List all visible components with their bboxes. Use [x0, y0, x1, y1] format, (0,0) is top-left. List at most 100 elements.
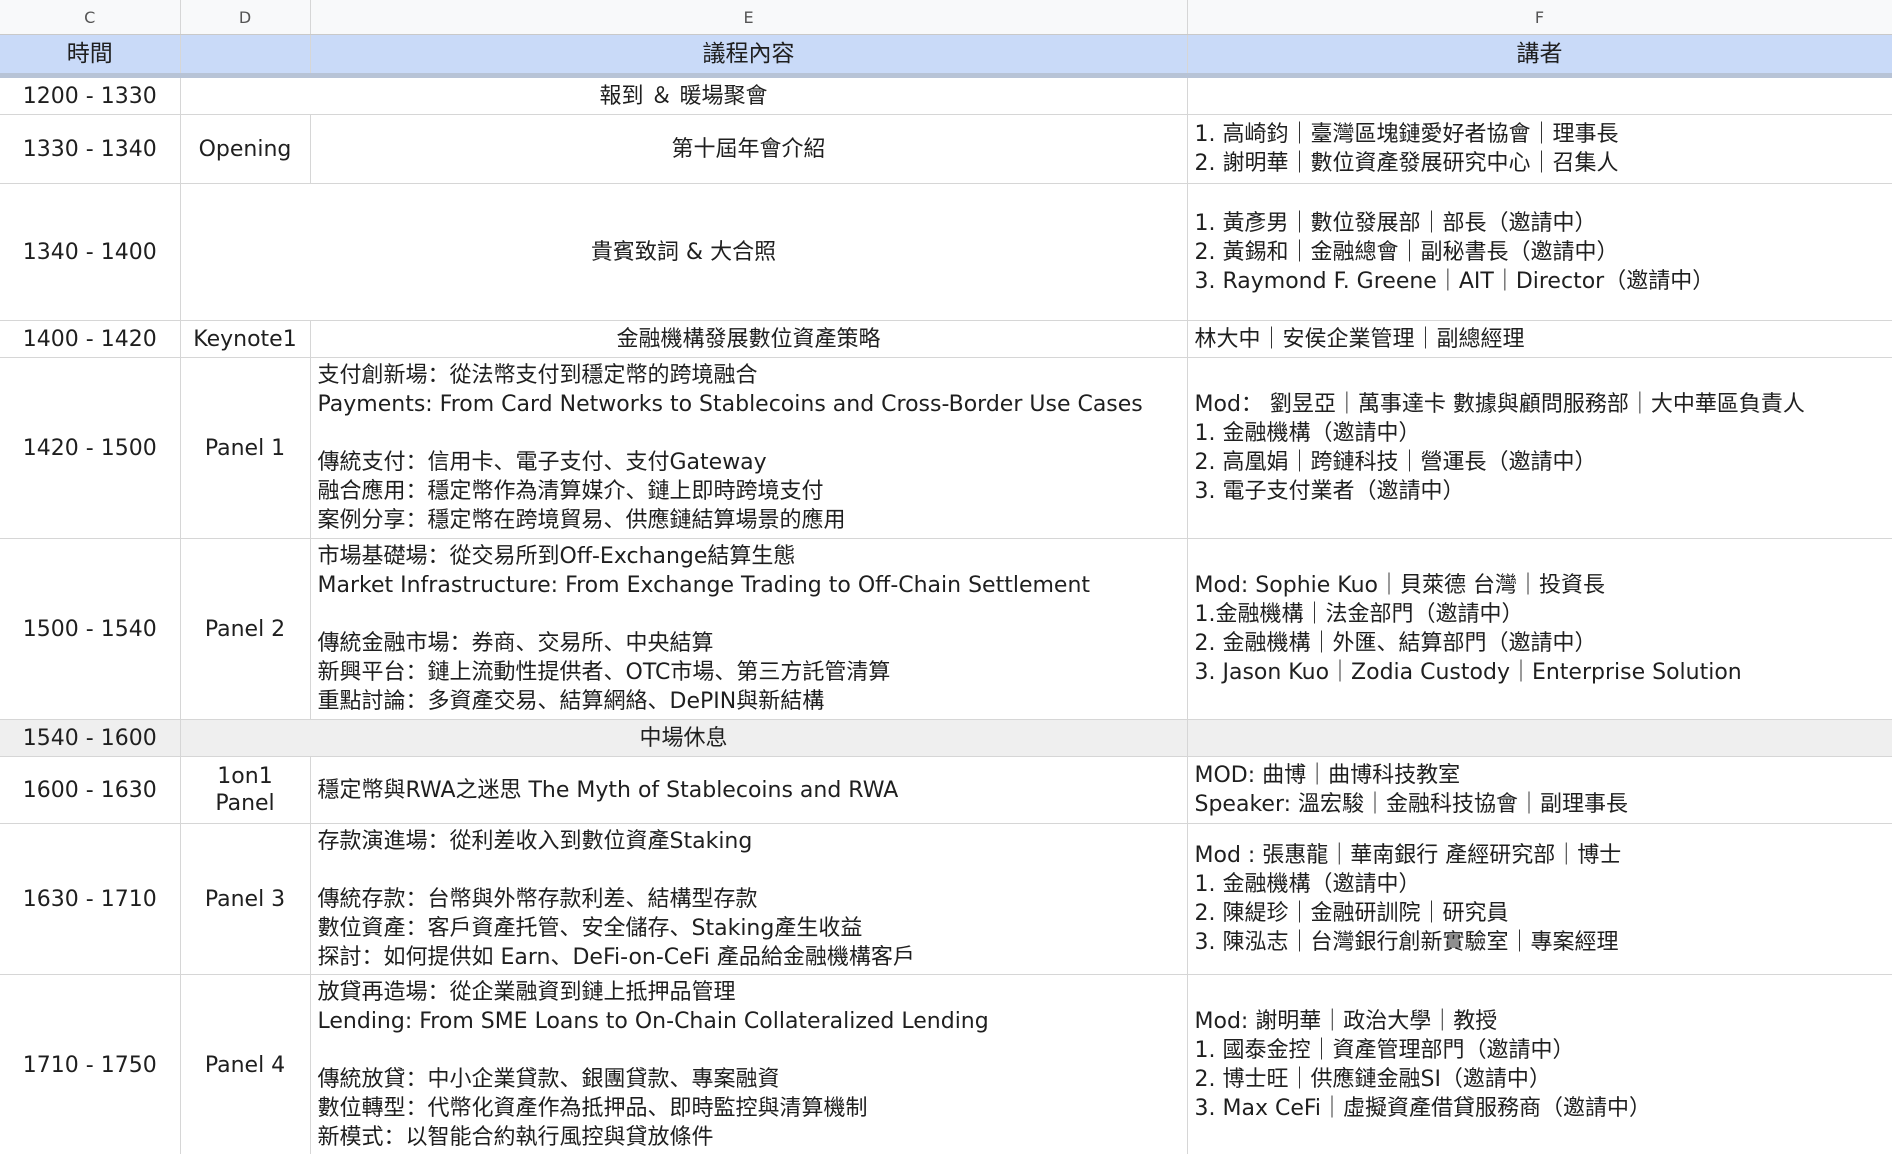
column-header-e[interactable]: E	[310, 0, 1188, 35]
cell-line: 1. 高崎鈞｜臺灣區塊鏈愛好者協會｜理事長	[1194, 122, 1619, 147]
type-cell[interactable]: 1on1 Panel	[180, 756, 311, 824]
cell-line: 3. 陳泓志｜台灣銀行創新實驗室｜專案經理	[1194, 930, 1619, 955]
agenda-row: 1200 - 1330 報到 ＆ 暖場聚會	[0, 75, 1892, 115]
speakers-cell[interactable]: Mod： 劉昱亞｜萬事達卡 數據與顧問服務部｜大中華區負責人 1. 金融機構（邀請…	[1187, 357, 1892, 539]
header-row: 時間 議程內容 講者	[0, 34, 1892, 78]
cell-line	[318, 856, 1187, 885]
cell-line: Lending: From SME Loans to On-Chain Coll…	[317, 1009, 989, 1034]
time-cell[interactable]: 1540 - 1600	[0, 719, 181, 757]
content-cell[interactable]: 貴賓致詞 & 大合照	[180, 183, 1188, 321]
content-cell[interactable]: 存款演進場：從利差收入到數位資產Staking 傳統存款：台幣與外幣存款利差、結構…	[310, 823, 1188, 975]
content-cell[interactable]: 第十屆年會介紹	[310, 114, 1188, 184]
agenda-row: 1710 - 1750 Panel 4 放貸再造場：從企業融資到鏈上抵押品管理 Len…	[0, 974, 1892, 1154]
cell-line: 數位資產：客戶資產托管、安全儲存、Staking產生收益	[317, 915, 863, 941]
agenda-row: 1420 - 1500 Panel 1 支付創新場：從法幣支付到穩定幣的跨境融合 Pa…	[0, 357, 1892, 539]
cell-line: 1.金融機構｜法金部門（邀請中）	[1194, 602, 1524, 627]
column-header-d[interactable]: D	[180, 0, 311, 35]
cell-line: 報到 ＆ 暖場聚會	[599, 83, 768, 109]
cell-line: 融合應用：穩定幣作為清算媒介、鏈上即時跨境支付	[317, 479, 824, 504]
agenda-row: 1630 - 1710 Panel 3 存款演進場：從利差收入到數位資產Stakin…	[0, 823, 1892, 975]
header-type[interactable]	[180, 34, 311, 78]
cell-line: 探討：如何提供如 Earn、DeFi-on-CeFi 產品給金融機構客戶	[317, 944, 915, 970]
cell-line: 3. Jason Kuo｜Zodia Custody｜Enterprise So…	[1194, 660, 1742, 685]
time-cell[interactable]: 1400 - 1420	[0, 320, 181, 358]
cell-line: 林大中｜安侯企業管理｜副總經理	[1194, 326, 1525, 352]
agenda-body: 1200 - 1330 報到 ＆ 暖場聚會 1330 - 1340 Opening 第十…	[0, 75, 1892, 1154]
type-cell[interactable]: Panel 3	[180, 823, 311, 975]
speakers-cell[interactable]	[1187, 75, 1892, 115]
content-cell[interactable]: 中場休息	[180, 719, 1188, 757]
cell-line	[318, 419, 1187, 448]
speakers-cell[interactable]: Mod: Sophie Kuo｜貝萊德 台灣｜投資長 1.金融機構｜法金部門（邀請…	[1187, 538, 1892, 720]
cell-line: 2. 陳緹珍｜金融研訓院｜研究員	[1194, 901, 1509, 926]
cell-line: 市場基礎場：從交易所到Off-Exchange結算生態	[317, 544, 796, 569]
time-cell[interactable]: 1420 - 1500	[0, 357, 181, 539]
type-label: Panel 1	[204, 435, 286, 461]
cell-line: Market Infrastructure: From Exchange Tra…	[317, 573, 1091, 598]
cell-line: 1. 黃彥男｜數位發展部｜部長（邀請中）	[1194, 210, 1597, 236]
time-cell[interactable]: 1330 - 1340	[0, 114, 181, 184]
cell-line: Mod: 謝明華｜政治大學｜教授	[1194, 1009, 1498, 1034]
cell-line	[318, 600, 1187, 629]
speakers-cell[interactable]: MOD: 曲博｜曲博科技教室 Speaker: 溫宏駿｜金融科技協會｜副理事長	[1187, 756, 1892, 824]
type-label: Panel 2	[204, 616, 286, 642]
type-cell[interactable]: Opening	[180, 114, 311, 184]
type-cell[interactable]: Panel 2	[180, 538, 311, 720]
cell-line: Payments: From Card Networks to Stableco…	[317, 392, 1143, 417]
type-label: Opening	[198, 136, 292, 162]
content-cell[interactable]: 放貸再造場：從企業融資到鏈上抵押品管理 Lending: From SME Loa…	[310, 974, 1188, 1154]
speakers-cell[interactable]: 林大中｜安侯企業管理｜副總經理	[1187, 320, 1892, 358]
column-header-c[interactable]: C	[0, 0, 181, 35]
cell-line: 數位轉型：代幣化資產作為抵押品、即時監控與清算機制	[317, 1096, 868, 1121]
column-header-row: C D E F	[0, 0, 1892, 35]
type-label: Panel 3	[204, 886, 286, 912]
cell-line	[318, 1036, 1187, 1065]
agenda-row: 1330 - 1340 Opening 第十屆年會介紹 1. 高崎鈞｜臺灣區塊鏈愛好者…	[0, 114, 1892, 184]
type-label: Keynote1	[193, 326, 297, 352]
speakers-cell[interactable]	[1187, 719, 1892, 757]
column-header-f[interactable]: F	[1187, 0, 1892, 35]
cell-line: 1. 國泰金控｜資產管理部門（邀請中）	[1194, 1038, 1575, 1063]
time-cell[interactable]: 1600 - 1630	[0, 756, 181, 824]
header-time[interactable]: 時間	[0, 34, 181, 78]
cell-line: 2. 高凰娟｜跨鏈科技｜營運長（邀請中）	[1194, 450, 1597, 475]
time-cell[interactable]: 1340 - 1400	[0, 183, 181, 321]
cell-line: Mod: Sophie Kuo｜貝萊德 台灣｜投資長	[1194, 573, 1606, 598]
cell-line: 傳統支付：信用卡、電子支付、支付Gateway	[317, 450, 767, 475]
agenda-row: 1400 - 1420 Keynote1 金融機構發展數位資產策略 林大中｜安侯企業管…	[0, 320, 1892, 358]
cell-line: 支付創新場：從法幣支付到穩定幣的跨境融合	[317, 363, 758, 388]
type-cell[interactable]: Keynote1	[180, 320, 311, 358]
type-label: 1on1 Panel	[215, 763, 275, 816]
content-cell[interactable]: 支付創新場：從法幣支付到穩定幣的跨境融合 Payments: From Card …	[310, 357, 1188, 539]
speakers-cell[interactable]: Mod: 謝明華｜政治大學｜教授 1. 國泰金控｜資產管理部門（邀請中） 2. 博士…	[1187, 974, 1892, 1154]
speakers-cell[interactable]: 1. 黃彥男｜數位發展部｜部長（邀請中） 2. 黃錫和｜金融總會｜副秘書長（邀請中…	[1187, 183, 1892, 321]
cell-line: 1. 金融機構（邀請中）	[1194, 872, 1421, 897]
cell-line: 2. 謝明華｜數位資產發展研究中心｜召集人	[1194, 151, 1619, 176]
content-cell[interactable]: 市場基礎場：從交易所到Off-Exchange結算生態 Market Infras…	[310, 538, 1188, 720]
cell-line: 重點討論：多資產交易、結算網絡、DePIN與新結構	[317, 689, 825, 714]
content-cell[interactable]: 穩定幣與RWA之迷思 The Myth of Stablecoins and R…	[310, 756, 1188, 824]
cell-line: 新興平台：鏈上流動性提供者、OTC市場、第三方託管清算	[317, 660, 891, 685]
agenda-row: 1500 - 1540 Panel 2 市場基礎場：從交易所到Off-Exchang…	[0, 538, 1892, 720]
cell-line: 貴賓致詞 & 大合照	[590, 239, 777, 265]
time-cell[interactable]: 1500 - 1540	[0, 538, 181, 720]
cell-line: 傳統放貸：中小企業貸款、銀團貸款、專案融資	[317, 1067, 780, 1092]
header-content[interactable]: 議程內容	[310, 34, 1188, 78]
content-cell[interactable]: 報到 ＆ 暖場聚會	[180, 75, 1188, 115]
type-cell[interactable]: Panel 4	[180, 974, 311, 1154]
cell-line: 放貸再造場：從企業融資到鏈上抵押品管理	[317, 980, 736, 1005]
cell-line: 傳統金融市場：券商、交易所、中央結算	[317, 631, 714, 656]
type-cell[interactable]: Panel 1	[180, 357, 311, 539]
cell-line: 2. 博士旺｜供應鏈金融SI（邀請中）	[1194, 1067, 1551, 1092]
time-cell[interactable]: 1630 - 1710	[0, 823, 181, 975]
type-label: Panel 4	[204, 1052, 286, 1078]
time-cell[interactable]: 1200 - 1330	[0, 75, 181, 115]
agenda-row: 1340 - 1400 貴賓致詞 & 大合照 1. 黃彥男｜數位發展部｜部長（邀請中…	[0, 183, 1892, 321]
speakers-cell[interactable]: 1. 高崎鈞｜臺灣區塊鏈愛好者協會｜理事長 2. 謝明華｜數位資產發展研究中心｜召…	[1187, 114, 1892, 184]
time-cell[interactable]: 1710 - 1750	[0, 974, 181, 1154]
header-speakers[interactable]: 講者	[1187, 34, 1892, 78]
cell-line: 傳統存款：台幣與外幣存款利差、結構型存款	[317, 886, 758, 912]
content-cell[interactable]: 金融機構發展數位資產策略	[310, 320, 1188, 358]
speakers-cell[interactable]: Mod : 張惠龍｜華南銀行 產經研究部｜博士 1. 金融機構（邀請中） 2. 陳緹…	[1187, 823, 1892, 975]
spreadsheet: C D E F 時間 議程內容 講者 1200 - 1330 報到 ＆ 暖場聚會 1…	[0, 0, 1892, 1154]
